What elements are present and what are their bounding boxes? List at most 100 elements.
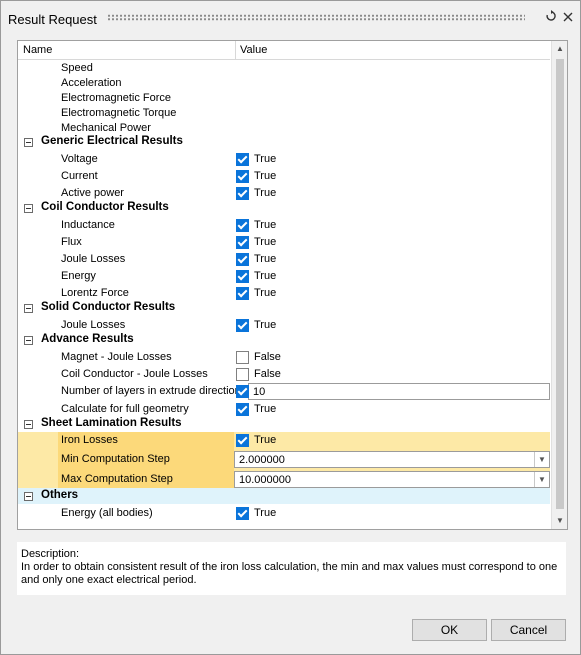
property-name: Current <box>61 170 98 182</box>
column-divider[interactable] <box>235 41 236 59</box>
property-row-coil-conductor-joule-losses[interactable]: Coil Conductor - Joule Losses False <box>18 366 550 383</box>
property-value: True <box>254 236 277 248</box>
property-name: Joule Losses <box>61 253 126 265</box>
group-coil-conductor-results[interactable]: Coil Conductor Results <box>18 200 550 216</box>
layers-input[interactable]: 10 <box>248 383 550 400</box>
property-value: True <box>254 219 277 231</box>
property-name: Iron Losses <box>61 434 118 446</box>
property-value: True <box>254 153 277 165</box>
property-name: Acceleration <box>61 77 122 89</box>
checkbox[interactable] <box>236 253 249 266</box>
collapse-icon[interactable] <box>24 204 33 213</box>
property-name: Max Computation Step <box>61 473 173 485</box>
scroll-up-arrow-icon[interactable]: ▲ <box>552 42 567 56</box>
property-row-iron-losses[interactable]: Iron Losses True <box>18 432 550 451</box>
property-name: Active power <box>61 187 124 199</box>
group-others[interactable]: Others <box>18 488 550 504</box>
property-name: Min Computation Step <box>61 453 170 465</box>
checkbox[interactable] <box>236 507 249 520</box>
checkbox[interactable] <box>236 153 249 166</box>
collapse-icon[interactable] <box>24 420 33 429</box>
checkbox[interactable] <box>236 170 249 183</box>
max-computation-step-dropdown[interactable]: 10.000000 ▼ <box>234 471 550 488</box>
layers-input-value: 10 <box>253 386 266 398</box>
property-value: False <box>254 368 281 380</box>
group-sheet-lamination-results[interactable]: Sheet Lamination Results <box>18 416 550 432</box>
scroll-down-arrow-icon[interactable]: ▼ <box>552 514 567 528</box>
collapse-icon[interactable] <box>24 138 33 147</box>
property-row-mechanical-power[interactable]: Mechanical Power <box>18 120 550 135</box>
property-name: Electromagnetic Force <box>61 92 172 104</box>
cancel-button[interactable]: Cancel <box>491 619 566 641</box>
vertical-scrollbar[interactable]: ▲ ▼ <box>551 41 567 529</box>
property-name: Flux <box>61 236 82 248</box>
checkbox[interactable] <box>236 403 249 416</box>
property-name: Solid Conductor Results <box>41 301 176 313</box>
property-name: Mechanical Power <box>61 122 151 134</box>
property-value: True <box>254 170 277 182</box>
property-value: True <box>254 253 277 265</box>
description-panel: Description: In order to obtain consiste… <box>17 542 566 595</box>
property-name: Joule Losses <box>61 319 126 331</box>
property-row-speed[interactable]: Speed <box>18 60 550 75</box>
checkbox[interactable] <box>236 319 249 332</box>
property-row-magnet-joule-losses[interactable]: Magnet - Joule Losses False <box>18 349 550 366</box>
refresh-icon[interactable] <box>544 10 558 26</box>
checkbox[interactable] <box>236 287 249 300</box>
group-advance-results[interactable]: Advance Results <box>18 332 550 348</box>
checkbox[interactable] <box>236 270 249 283</box>
min-computation-step-dropdown[interactable]: 2.000000 ▼ <box>234 451 550 468</box>
dropdown-value: 10.000000 <box>239 474 291 486</box>
description-text: In order to obtain consistent result of … <box>21 561 558 586</box>
checkbox[interactable] <box>236 219 249 232</box>
drag-grip[interactable] <box>107 14 525 21</box>
column-header-name[interactable]: Name <box>23 44 52 56</box>
property-row-voltage[interactable]: Voltage True <box>18 151 550 168</box>
collapse-icon[interactable] <box>24 492 33 501</box>
collapse-icon[interactable] <box>24 304 33 313</box>
property-value: True <box>254 187 277 199</box>
checkbox[interactable] <box>236 368 249 381</box>
property-row-electromagnetic-torque[interactable]: Electromagnetic Torque <box>18 105 550 120</box>
collapse-icon[interactable] <box>24 336 33 345</box>
column-header-value[interactable]: Value <box>240 44 267 56</box>
checkbox[interactable] <box>236 434 249 447</box>
property-row-calculate-for-full-geometry[interactable]: Calculate for full geometry True <box>18 401 550 416</box>
property-row-electromagnetic-force[interactable]: Electromagnetic Force <box>18 90 550 105</box>
ok-button[interactable]: OK <box>412 619 487 641</box>
property-name: Calculate for full geometry <box>61 403 189 415</box>
property-row-energy-all-bodies[interactable]: Energy (all bodies) True <box>18 505 550 522</box>
property-row-joule-losses[interactable]: Joule Losses True <box>18 251 550 268</box>
property-row-min-computation-step[interactable]: Min Computation Step 2.000000 ▼ <box>18 451 550 471</box>
property-row-number-of-layers-in-extrude-direction[interactable]: Number of layers in extrude direction 10 <box>18 383 550 401</box>
property-row-energy[interactable]: Energy True <box>18 268 550 285</box>
result-request-dialog: Result Request Name Value Speed Accelerat… <box>0 0 581 655</box>
scrollbar-thumb[interactable] <box>556 59 564 509</box>
chevron-down-icon[interactable]: ▼ <box>534 452 549 467</box>
property-name: Magnet - Joule Losses <box>61 351 172 363</box>
title-bar[interactable]: Result Request <box>1 1 580 37</box>
property-grid[interactable]: Name Value Speed Acceleration Electromagne… <box>17 40 568 530</box>
property-name: Inductance <box>61 219 115 231</box>
group-solid-conductor-results[interactable]: Solid Conductor Results <box>18 300 550 316</box>
group-generic-electrical-results[interactable]: Generic Electrical Results <box>18 134 550 150</box>
property-row-current[interactable]: Current True <box>18 168 550 185</box>
checkbox[interactable] <box>236 187 249 200</box>
property-row-acceleration[interactable]: Acceleration <box>18 75 550 90</box>
property-value: True <box>254 403 277 415</box>
checkbox[interactable] <box>236 385 249 398</box>
property-name: Generic Electrical Results <box>41 135 183 147</box>
description-label: Description: <box>21 548 80 560</box>
property-name: Coil Conductor Results <box>41 201 169 213</box>
dialog-title: Result Request <box>8 12 97 27</box>
checkbox[interactable] <box>236 236 249 249</box>
property-name: Sheet Lamination Results <box>41 417 182 429</box>
checkbox[interactable] <box>236 351 249 364</box>
close-icon[interactable] <box>561 10 575 26</box>
property-value: True <box>254 507 277 519</box>
chevron-down-icon[interactable]: ▼ <box>534 472 549 487</box>
property-row-flux[interactable]: Flux True <box>18 234 550 251</box>
property-row-max-computation-step[interactable]: Max Computation Step 10.000000 ▼ <box>18 471 550 488</box>
dropdown-value: 2.000000 <box>239 454 285 466</box>
property-row-inductance[interactable]: Inductance True <box>18 217 550 234</box>
